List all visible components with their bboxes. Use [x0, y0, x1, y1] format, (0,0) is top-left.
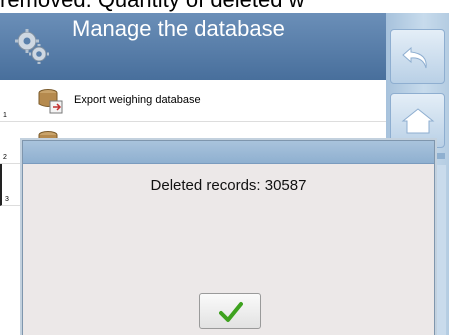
checkmark-icon — [219, 302, 243, 322]
ok-button[interactable] — [199, 293, 261, 329]
list-item-number: 3 — [5, 196, 9, 203]
list-item-number: 2 — [3, 154, 7, 161]
dialog-titlebar — [23, 141, 434, 164]
dialog-message: Deleted records: 30587 — [150, 177, 307, 194]
back-button[interactable] — [390, 29, 445, 84]
gears-icon — [15, 29, 49, 64]
info-dialog: Deleted records: 30587 — [22, 140, 435, 335]
page-title: Manage the database — [72, 16, 285, 41]
undo-arrow-icon — [402, 46, 427, 69]
header-bar: Manage the database — [0, 13, 386, 81]
export-database-icon — [38, 89, 63, 114]
home-icon — [401, 108, 435, 134]
list-item-label: Export weighing database — [74, 94, 201, 106]
screen: removed. Quantity of deleted w Manage th… — [0, 0, 449, 335]
list-item-number: 1 — [3, 112, 7, 119]
caption-text: removed. Quantity of deleted w — [0, 0, 449, 13]
list-item[interactable]: Export weighing database 1 — [0, 80, 386, 122]
